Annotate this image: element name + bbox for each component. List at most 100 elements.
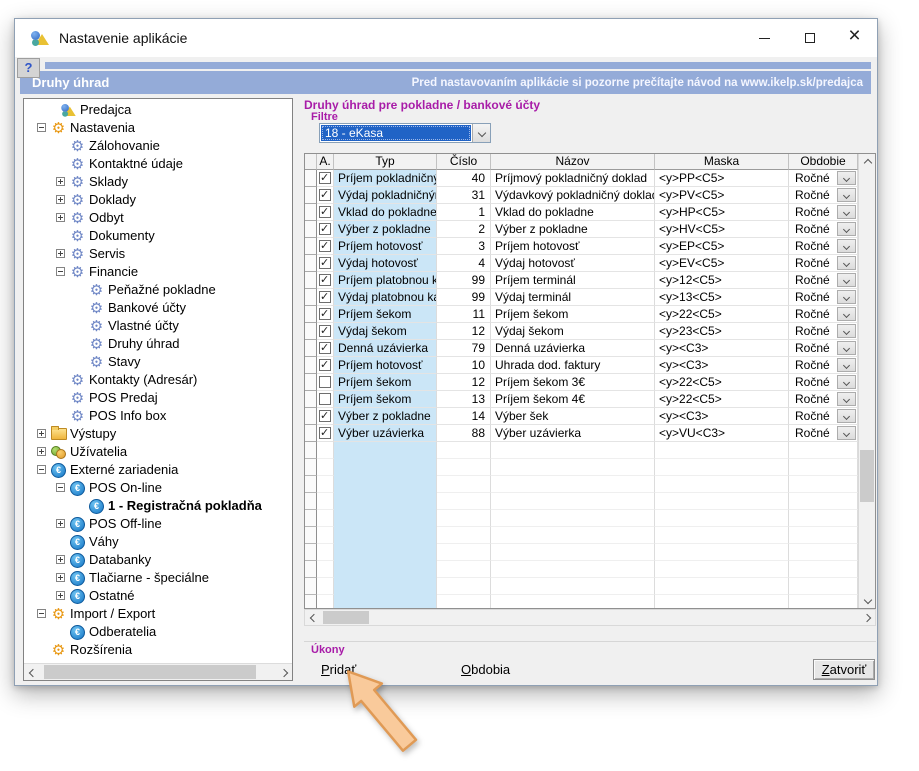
checkbox-checked[interactable] [319,274,331,286]
cell-nazov[interactable] [491,510,655,527]
cell-nazov[interactable]: Výdaj terminál [491,289,655,306]
cell-nazov[interactable] [491,442,655,459]
row-header-cell[interactable] [305,391,317,408]
cell-maska[interactable] [655,544,789,561]
collapse-icon[interactable] [37,123,46,132]
row-header-cell[interactable] [305,238,317,255]
tree-item[interactable]: Stavy [24,353,292,371]
tree-item[interactable]: Odbyt [24,209,292,227]
cell-cislo[interactable]: 4 [437,255,491,272]
row-header-cell[interactable] [305,187,317,204]
cell-obdobie[interactable]: Ročné [789,255,858,272]
checkbox-checked[interactable] [319,257,331,269]
tree-item[interactable]: POS Info box [24,407,292,425]
cell-maska[interactable]: <y>VU<C3> [655,425,789,442]
cell-maska[interactable]: <y>EV<C5> [655,255,789,272]
cell-obdobie[interactable]: Ročné [789,221,858,238]
cell-maska[interactable] [655,493,789,510]
tree-item[interactable]: POS Predaj [24,389,292,407]
help-button[interactable]: ? [17,58,40,78]
cell-typ[interactable] [334,476,437,493]
cell-obdobie[interactable]: Ročné [789,204,858,221]
cell-maska[interactable]: <y>23<C5> [655,323,789,340]
cell-cislo[interactable] [437,595,491,608]
tree-item[interactable]: Predajca [24,101,292,119]
collapse-icon[interactable] [37,609,46,618]
tree-item[interactable]: Výstupy [24,425,292,443]
cell-typ[interactable]: Výdaj šekom [334,323,437,340]
row-header-cell[interactable] [305,527,317,544]
cell-nazov[interactable]: Výber z pokladne [491,221,655,238]
cell-nazov[interactable]: Výdaj šekom [491,323,655,340]
checkbox-checked[interactable] [319,359,331,371]
table-horizontal-scrollbar[interactable] [304,609,876,626]
cell-typ[interactable]: Vklad do pokladne [334,204,437,221]
cell-cislo[interactable] [437,459,491,476]
col-obdobie[interactable]: Obdobie [789,154,858,170]
expand-icon[interactable] [56,519,65,528]
scroll-left-icon[interactable] [24,664,41,681]
scroll-right-icon[interactable] [275,664,292,681]
scroll-down-icon[interactable] [859,591,876,608]
cell-obdobie[interactable]: Ročné [789,391,858,408]
cell-obdobie[interactable]: Ročné [789,357,858,374]
checkbox-checked[interactable] [319,427,331,439]
cell-maska[interactable]: <y>12<C5> [655,272,789,289]
tree-item[interactable]: Užívatelia [24,443,292,461]
obdobie-dropdown-button[interactable] [837,239,856,253]
cell-maska[interactable] [655,578,789,595]
row-header-cell[interactable] [305,595,317,608]
row-header-cell[interactable] [305,357,317,374]
row-header-cell[interactable] [305,459,317,476]
checkbox-checked[interactable] [319,342,331,354]
checkbox-checked[interactable] [319,189,331,201]
cell-maska[interactable]: <y>PV<C5> [655,187,789,204]
cell-cislo[interactable] [437,510,491,527]
cell-cislo[interactable]: 88 [437,425,491,442]
cell-typ[interactable]: Výber z pokladne [334,408,437,425]
tree-item[interactable]: Databanky [24,551,292,569]
cell-obdobie[interactable] [789,459,858,476]
collapse-icon[interactable] [56,267,65,276]
scroll-up-icon[interactable] [859,154,876,171]
cell-typ[interactable]: Výdaj hotovosť [334,255,437,272]
row-header-cell[interactable] [305,255,317,272]
cell-cislo[interactable]: 3 [437,238,491,255]
cell-typ[interactable]: Výber z pokladne [334,221,437,238]
tree-item[interactable]: Sklady [24,173,292,191]
cell-maska[interactable]: <y>13<C5> [655,289,789,306]
tree-item[interactable]: 1 - Registračná pokladňa [24,497,292,515]
cell-maska[interactable] [655,510,789,527]
cell-nazov[interactable] [491,476,655,493]
tree-item[interactable]: Druhy úhrad [24,335,292,353]
cell-nazov[interactable] [491,493,655,510]
expand-icon[interactable] [37,429,46,438]
cell-nazov[interactable] [491,595,655,608]
cell-cislo[interactable]: 10 [437,357,491,374]
cell-typ[interactable]: Výber uzávierka [334,425,437,442]
tree-item[interactable]: Servis [24,245,292,263]
obdobie-dropdown-button[interactable] [837,256,856,270]
cell-obdobie[interactable] [789,476,858,493]
col-typ[interactable]: Typ [334,154,437,170]
col-maska[interactable]: Maska [655,154,789,170]
tree-item[interactable]: Externé zariadenia [24,461,292,479]
row-header-cell[interactable] [305,204,317,221]
cell-cislo[interactable]: 79 [437,340,491,357]
cell-nazov[interactable]: Príjem hotovosť [491,238,655,255]
tree-item[interactable]: Vlastné účty [24,317,292,335]
tree-item[interactable]: POS Off-line [24,515,292,533]
row-header-cell[interactable] [305,272,317,289]
row-header-cell[interactable] [305,170,317,187]
obdobie-dropdown-button[interactable] [837,426,856,440]
cell-cislo[interactable]: 40 [437,170,491,187]
row-header-cell[interactable] [305,408,317,425]
cell-typ[interactable]: Príjem šekom [334,391,437,408]
scroll-right-icon[interactable] [858,609,875,626]
cell-maska[interactable]: <y><C3> [655,357,789,374]
checkbox-checked[interactable] [319,308,331,320]
cell-maska[interactable]: <y>HV<C5> [655,221,789,238]
cell-obdobie[interactable]: Ročné [789,425,858,442]
cell-typ[interactable] [334,527,437,544]
obdobie-dropdown-button[interactable] [837,392,856,406]
